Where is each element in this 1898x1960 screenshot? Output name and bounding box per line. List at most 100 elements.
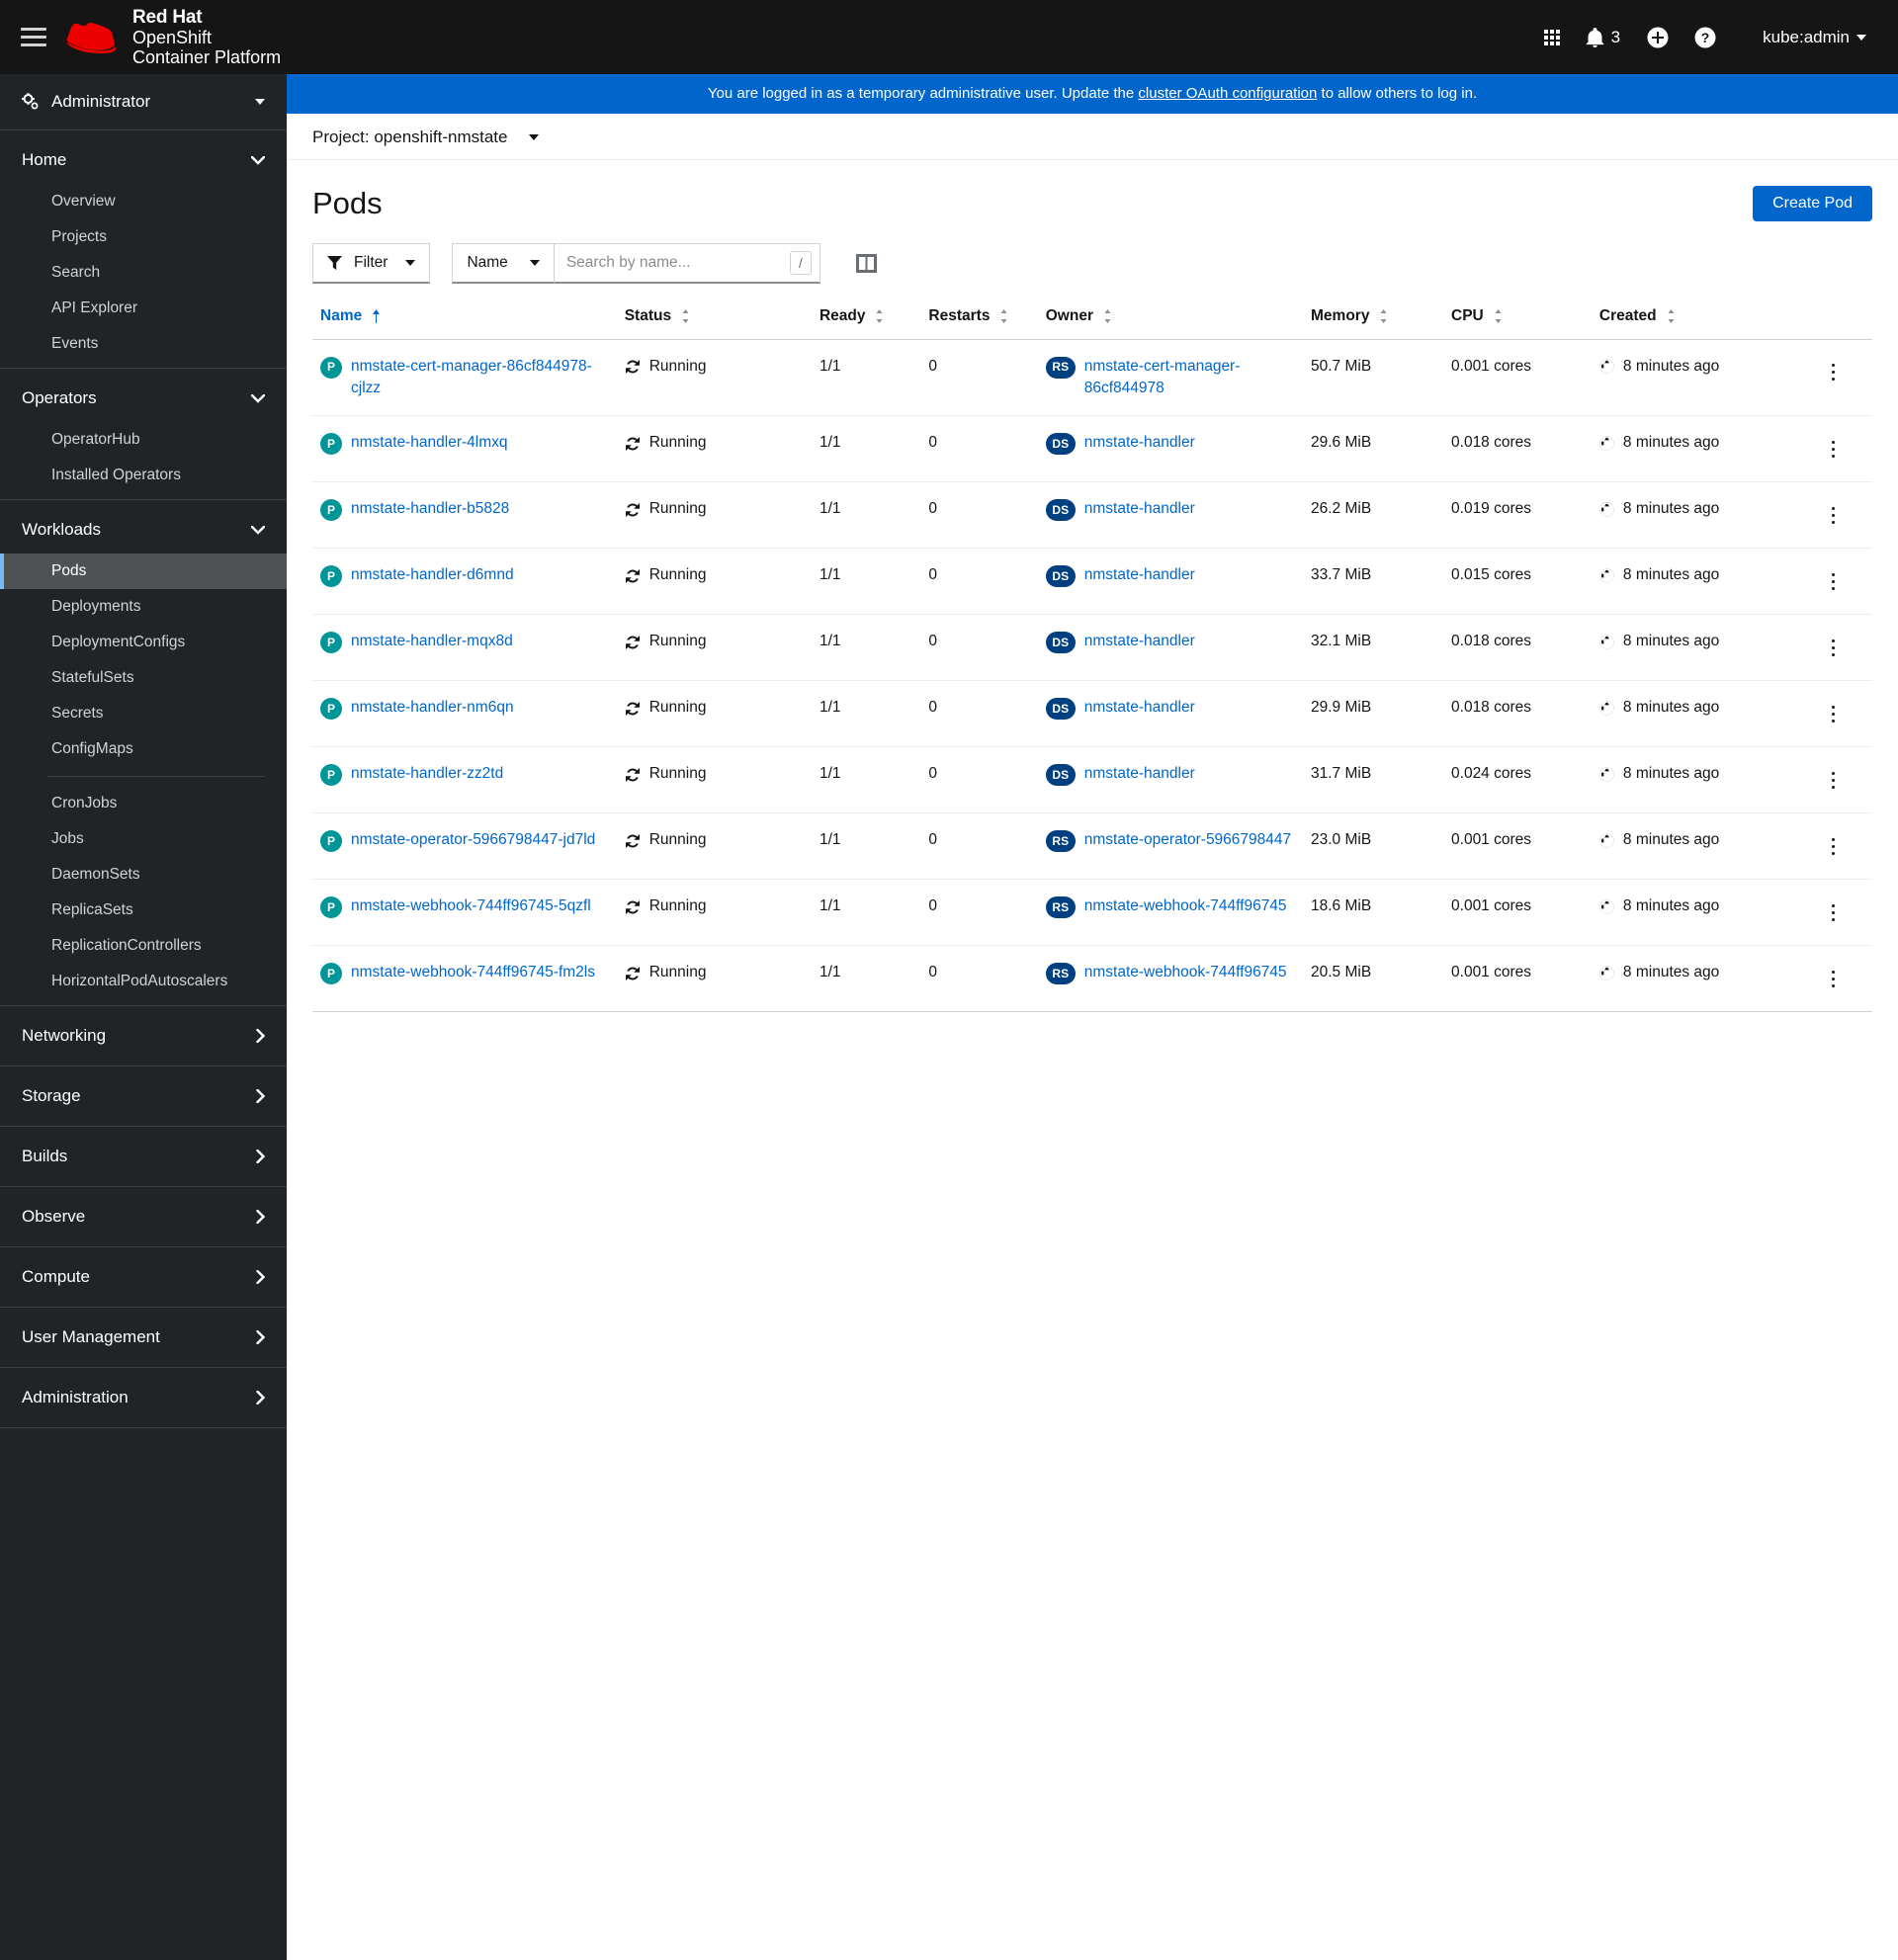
nav-section-label: Workloads	[22, 520, 101, 539]
cell-restarts: 0	[920, 415, 1038, 483]
pod-name-link[interactable]: nmstate-webhook-744ff96745-fm2ls	[351, 962, 595, 983]
owner-name-link[interactable]: nmstate-handler	[1084, 564, 1195, 586]
sidebar-item-api-explorer[interactable]: API Explorer	[0, 291, 287, 326]
sidebar-navigation: Administrator Home Overview Projects Sea…	[0, 74, 287, 1960]
row-actions-menu-button[interactable]	[1823, 498, 1845, 532]
pod-restarts-text: 0	[928, 897, 938, 915]
row-actions-menu-button[interactable]	[1823, 829, 1845, 863]
sidebar-item-deployments[interactable]: Deployments	[0, 589, 287, 625]
column-header-memory[interactable]: Memory	[1303, 297, 1444, 340]
row-actions-menu-button[interactable]	[1823, 356, 1845, 389]
owner-name-link[interactable]: nmstate-handler	[1084, 498, 1195, 520]
cell-owner: DS nmstate-handler	[1037, 680, 1303, 748]
row-actions-menu-button[interactable]	[1823, 631, 1845, 664]
application-launcher-button[interactable]	[1528, 14, 1576, 61]
sidebar-item-user-management[interactable]: User Management	[0, 1308, 287, 1368]
project-selector[interactable]: Project: openshift-nmstate	[312, 128, 540, 147]
column-header-status[interactable]: Status	[616, 297, 812, 340]
column-management-button[interactable]	[855, 253, 877, 273]
quick-create-button[interactable]	[1634, 14, 1682, 61]
cluster-oauth-link[interactable]: cluster OAuth configuration	[1138, 85, 1317, 102]
sidebar-item-daemonsets[interactable]: DaemonSets	[0, 857, 287, 893]
search-attribute-dropdown[interactable]: Name	[452, 242, 554, 284]
pod-name-link[interactable]: nmstate-handler-nm6qn	[351, 697, 514, 719]
row-actions-menu-button[interactable]	[1823, 895, 1845, 929]
create-pod-button[interactable]: Create Pod	[1753, 185, 1872, 221]
sidebar-item-statefulsets[interactable]: StatefulSets	[0, 660, 287, 696]
nav-section-header-operators[interactable]: Operators	[0, 375, 287, 422]
column-header-created[interactable]: Created	[1591, 297, 1795, 340]
sidebar-item-pods[interactable]: Pods	[0, 554, 287, 589]
cell-ready: 1/1	[811, 879, 921, 947]
column-header-cpu[interactable]: CPU	[1443, 297, 1592, 340]
column-header-ready[interactable]: Ready	[811, 297, 921, 340]
column-header-name[interactable]: Name	[312, 297, 617, 340]
sidebar-item-compute[interactable]: Compute	[0, 1247, 287, 1308]
cell-owner: DS nmstate-handler	[1037, 415, 1303, 483]
sidebar-item-overview[interactable]: Overview	[0, 184, 287, 219]
cell-restarts: 0	[920, 812, 1038, 881]
pod-badge-icon: P	[320, 764, 342, 787]
pod-name-link[interactable]: nmstate-handler-zz2td	[351, 763, 503, 785]
filter-dropdown[interactable]: Filter	[312, 242, 431, 284]
sidebar-item-cronjobs[interactable]: CronJobs	[0, 786, 287, 821]
sidebar-item-secrets[interactable]: Secrets	[0, 696, 287, 731]
brand-logo[interactable]: Red Hat OpenShift Container Platform	[67, 7, 281, 68]
owner-name-link[interactable]: nmstate-webhook-744ff96745	[1084, 962, 1287, 983]
owner-name-link[interactable]: nmstate-handler	[1084, 763, 1195, 785]
sidebar-item-administration[interactable]: Administration	[0, 1368, 287, 1428]
sidebar-item-events[interactable]: Events	[0, 326, 287, 362]
row-actions-menu-button[interactable]	[1823, 697, 1845, 730]
sidebar-item-deploymentconfigs[interactable]: DeploymentConfigs	[0, 625, 287, 660]
pod-name-link[interactable]: nmstate-handler-mqx8d	[351, 631, 513, 652]
owner-name-link[interactable]: nmstate-handler	[1084, 697, 1195, 719]
sidebar-item-observe[interactable]: Observe	[0, 1187, 287, 1247]
row-actions-menu-button[interactable]	[1823, 763, 1845, 797]
pod-name-link[interactable]: nmstate-handler-4lmxq	[351, 432, 508, 454]
pod-name-link[interactable]: nmstate-handler-d6mnd	[351, 564, 514, 586]
cell-actions	[1794, 614, 1872, 682]
owner-name-link[interactable]: nmstate-handler	[1084, 432, 1195, 454]
pod-memory-text: 50.7 MiB	[1311, 357, 1372, 375]
pod-name-link[interactable]: nmstate-webhook-744ff96745-5qzfl	[351, 895, 591, 917]
user-menu-button[interactable]: kube:admin	[1729, 28, 1872, 47]
search-input[interactable]	[565, 253, 790, 272]
nav-section-header-home[interactable]: Home	[0, 136, 287, 184]
help-button[interactable]: ?	[1682, 14, 1729, 61]
owner-name-link[interactable]: nmstate-operator-5966798447	[1084, 829, 1291, 851]
sidebar-item-projects[interactable]: Projects	[0, 219, 287, 255]
pod-name-link[interactable]: nmstate-cert-manager-86cf844978-cjlzz	[351, 356, 609, 400]
sidebar-item-configmaps[interactable]: ConfigMaps	[0, 731, 287, 767]
owner-name-link[interactable]: nmstate-handler	[1084, 631, 1195, 652]
cell-created: 8 minutes ago	[1591, 746, 1795, 814]
alert-text-prefix: You are logged in as a temporary adminis…	[707, 85, 1139, 102]
nav-section-label: Operators	[22, 388, 97, 407]
row-actions-menu-button[interactable]	[1823, 432, 1845, 466]
owner-name-link[interactable]: nmstate-cert-manager-86cf844978	[1084, 356, 1295, 400]
sidebar-item-horizontalpodautoscalers[interactable]: HorizontalPodAutoscalers	[0, 964, 287, 999]
sidebar-item-operatorhub[interactable]: OperatorHub	[0, 422, 287, 458]
sidebar-item-replicationcontrollers[interactable]: ReplicationControllers	[0, 928, 287, 964]
sidebar-item-storage[interactable]: Storage	[0, 1066, 287, 1127]
sidebar-item-builds[interactable]: Builds	[0, 1127, 287, 1187]
sidebar-item-networking[interactable]: Networking	[0, 1006, 287, 1066]
table-row: Pnmstate-handler-b5828 Running 1/1 0 DS nmsta…	[312, 481, 1872, 550]
notifications-button[interactable]: 3	[1576, 28, 1634, 47]
column-label: Status	[624, 306, 672, 324]
sidebar-item-jobs[interactable]: Jobs	[0, 821, 287, 857]
nav-section-header-workloads[interactable]: Workloads	[0, 506, 287, 554]
column-label: CPU	[1451, 306, 1484, 324]
sidebar-item-installed-operators[interactable]: Installed Operators	[0, 458, 287, 493]
sidebar-item-replicasets[interactable]: ReplicaSets	[0, 893, 287, 928]
owner-name-link[interactable]: nmstate-webhook-744ff96745	[1084, 895, 1287, 917]
pod-name-link[interactable]: nmstate-operator-5966798447-jd7ld	[351, 829, 595, 851]
nav-toggle-button[interactable]	[0, 23, 67, 51]
column-header-restarts[interactable]: Restarts	[920, 297, 1038, 340]
pod-name-link[interactable]: nmstate-handler-b5828	[351, 498, 509, 520]
row-actions-menu-button[interactable]	[1823, 962, 1845, 995]
row-actions-menu-button[interactable]	[1823, 564, 1845, 598]
sidebar-item-search[interactable]: Search	[0, 255, 287, 291]
column-header-owner[interactable]: Owner	[1037, 297, 1303, 340]
cell-created: 8 minutes ago	[1591, 415, 1795, 483]
perspective-switcher[interactable]: Administrator	[0, 74, 287, 130]
